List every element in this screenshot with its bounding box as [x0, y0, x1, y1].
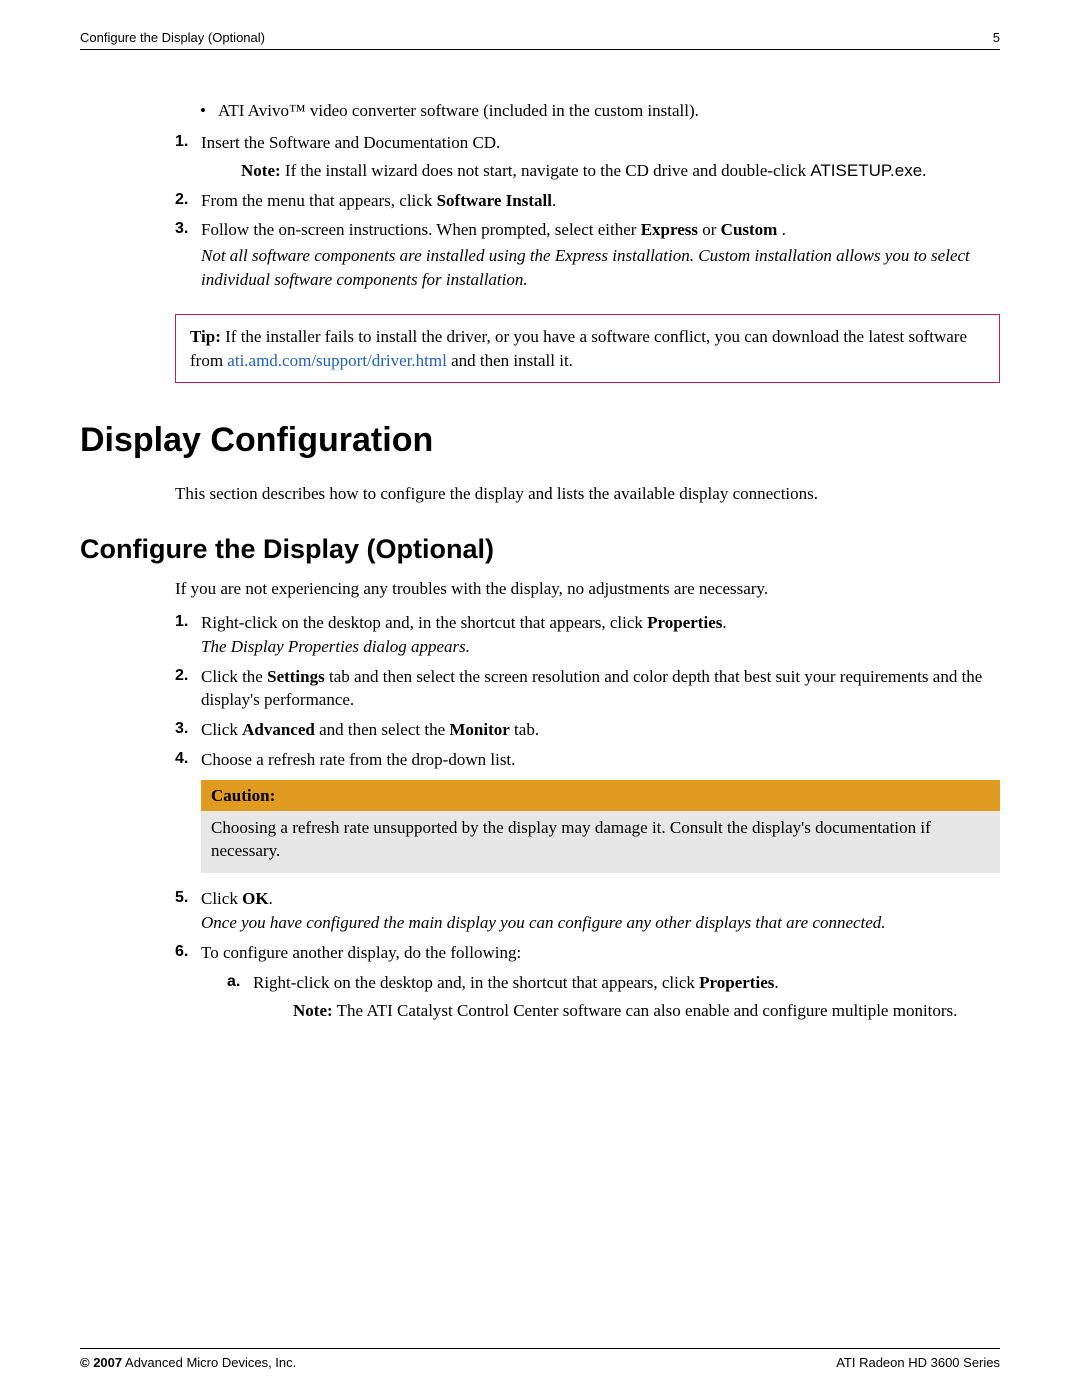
page-header: Configure the Display (Optional) 5	[80, 30, 1000, 50]
section-paragraph: This section describes how to configure …	[175, 482, 1000, 506]
note-text: If the install wizard does not start, na…	[285, 161, 810, 180]
step-text-b: Properties	[647, 613, 722, 632]
config-step-1: 1. Right-click on the desktop and, in th…	[175, 611, 1000, 659]
step-text-d: Monitor	[449, 720, 509, 739]
step-text-a: Follow the on-screen instructions. When …	[201, 220, 641, 239]
step-marker: 3.	[175, 218, 201, 291]
step-5-note: Once you have configured the main displa…	[201, 911, 1000, 935]
step-text-e: .	[777, 220, 786, 239]
bullet-text: ATI Avivo™ video converter software (inc…	[218, 100, 699, 123]
footer-copyright: © 2007	[80, 1355, 122, 1370]
header-page-number: 5	[993, 30, 1000, 45]
step-marker: 1.	[175, 131, 201, 183]
tip-label: Tip:	[190, 327, 221, 346]
step-marker: 1.	[175, 611, 201, 659]
step-text-a: From the menu that appears, click	[201, 191, 437, 210]
step-text-c: .	[722, 613, 726, 632]
step-marker: 2.	[175, 665, 201, 713]
substep-text-c: .	[774, 973, 778, 992]
substep-text-b: Properties	[699, 973, 774, 992]
step-text-a: Right-click on the desktop and, in the s…	[201, 613, 647, 632]
note-filename: ATISETUP.exe	[810, 161, 922, 180]
install-step-2: 2. From the menu that appears, click Sof…	[175, 189, 1000, 213]
step-marker: 5.	[175, 887, 201, 935]
substep-a-note: Note: The ATI Catalyst Control Center so…	[293, 999, 1000, 1023]
step-text-b: OK	[242, 889, 268, 908]
note-label: Note:	[241, 161, 281, 180]
step-text-c: and then select the	[315, 720, 450, 739]
step-text-a: Click	[201, 889, 242, 908]
step-text-b: Software Install	[437, 191, 552, 210]
tip-box: Tip: If the installer fails to install t…	[175, 314, 1000, 384]
step-text-b: Settings	[267, 667, 325, 686]
note-label: Note:	[293, 1001, 333, 1020]
section-heading: Display Configuration	[80, 421, 1000, 460]
step-text-b: Express	[641, 220, 698, 239]
note-text: The ATI Catalyst Control Center software…	[337, 1001, 958, 1020]
config-step-2: 2. Click the Settings tab and then selec…	[175, 665, 1000, 713]
step-text: Insert the Software and Documentation CD…	[201, 133, 500, 152]
step-text-d: Custom	[721, 220, 778, 239]
step-text-c: .	[552, 191, 556, 210]
step-3-note: Not all software components are installe…	[201, 244, 1000, 292]
substep-a: a. Right-click on the desktop and, in th…	[227, 971, 1000, 1023]
page-content: • ATI Avivo™ video converter software (i…	[80, 50, 1000, 1022]
step-text-a: Click the	[201, 667, 267, 686]
footer-right: ATI Radeon HD 3600 Series	[836, 1355, 1000, 1370]
substep-text-a: Right-click on the desktop and, in the s…	[253, 973, 699, 992]
step-1-note: The Display Properties dialog appears.	[201, 635, 1000, 659]
step-marker: 2.	[175, 189, 201, 213]
subsection-heading: Configure the Display (Optional)	[80, 534, 1000, 565]
step-text-e: tab.	[510, 720, 539, 739]
caution-body: Choosing a refresh rate unsupported by t…	[201, 811, 1000, 873]
note-tail: .	[922, 161, 926, 180]
footer-left: © 2007 Advanced Micro Devices, Inc.	[80, 1355, 296, 1370]
footer-company: Advanced Micro Devices, Inc.	[122, 1355, 296, 1370]
step-1-note: Note: If the install wizard does not sta…	[241, 159, 1000, 183]
config-step-4: 4. Choose a refresh rate from the drop-d…	[175, 748, 1000, 881]
bullet-mark: •	[200, 100, 218, 123]
header-left: Configure the Display (Optional)	[80, 30, 265, 45]
config-step-3: 3. Click Advanced and then select the Mo…	[175, 718, 1000, 742]
tip-text-2: and then install it.	[447, 351, 573, 370]
substep-marker: a.	[227, 971, 253, 1023]
step-text-c: .	[269, 889, 273, 908]
step-text-a: Click	[201, 720, 242, 739]
page-footer: © 2007 Advanced Micro Devices, Inc. ATI …	[80, 1348, 1000, 1370]
step-marker: 4.	[175, 748, 201, 881]
config-step-6: 6. To configure another display, do the …	[175, 941, 1000, 1022]
bullet-item: • ATI Avivo™ video converter software (i…	[200, 100, 1000, 123]
caution-box: Caution: Choosing a refresh rate unsuppo…	[201, 780, 1000, 874]
subsection-paragraph: If you are not experiencing any troubles…	[175, 577, 1000, 601]
caution-label: Caution:	[201, 780, 1000, 812]
step-text: Choose a refresh rate from the drop-down…	[201, 750, 515, 769]
step-text-b: Advanced	[242, 720, 315, 739]
step-text: To configure another display, do the fol…	[201, 943, 521, 962]
config-step-5: 5. Click OK. Once you have configured th…	[175, 887, 1000, 935]
step-marker: 3.	[175, 718, 201, 742]
install-step-1: 1. Insert the Software and Documentation…	[175, 131, 1000, 183]
step-text-c: or	[698, 220, 721, 239]
install-step-3: 3. Follow the on-screen instructions. Wh…	[175, 218, 1000, 291]
step-marker: 6.	[175, 941, 201, 1022]
tip-link[interactable]: ati.amd.com/support/driver.html	[227, 351, 447, 370]
